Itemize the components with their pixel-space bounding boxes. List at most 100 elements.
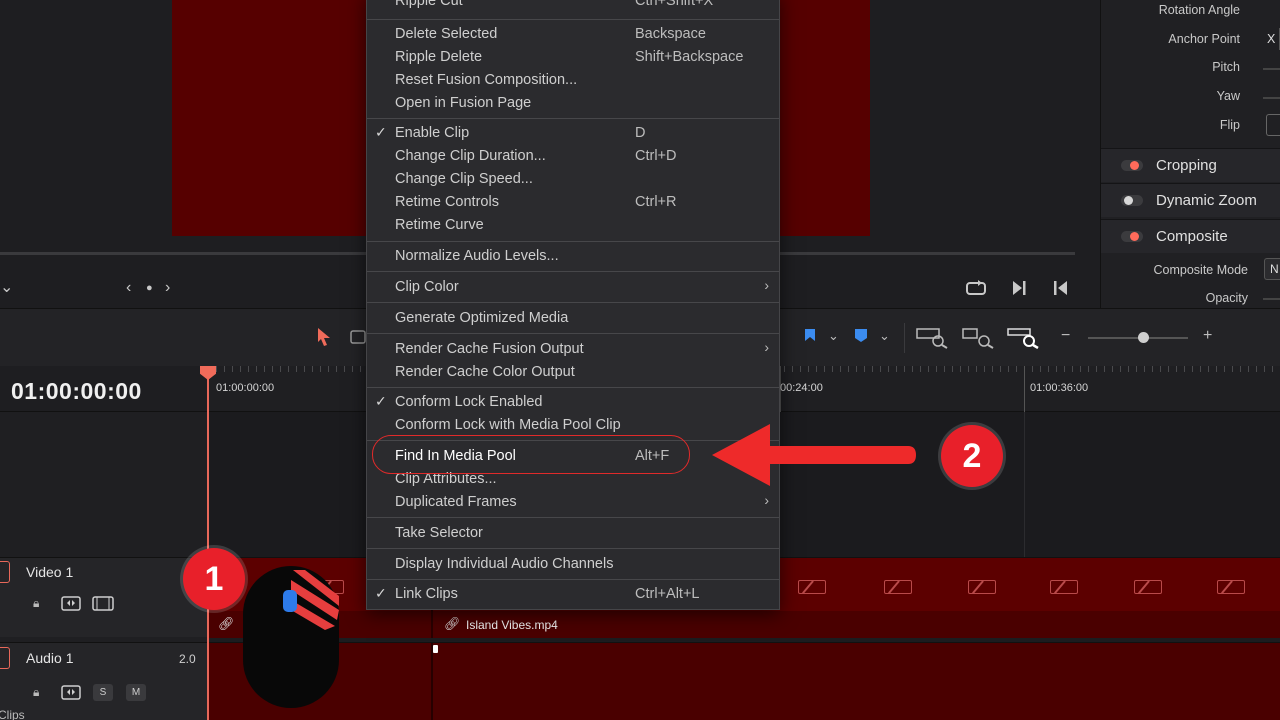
link-icon: 🔗︎ (218, 616, 235, 631)
pitch-slider[interactable] (1263, 68, 1280, 70)
flag-icon[interactable] (802, 327, 818, 345)
menu-item-label: Conform Lock Enabled (395, 394, 543, 410)
link-icon: 🔗︎ (444, 616, 461, 631)
opacity-slider[interactable] (1263, 298, 1280, 300)
film-icon[interactable] (92, 596, 114, 611)
menu-separator (367, 579, 779, 580)
chevron-right-icon: › (764, 277, 769, 293)
anchor-point-label: Anchor Point (1168, 32, 1240, 46)
zoom-full-icon[interactable] (916, 327, 950, 349)
menu-item-change-clip-speed[interactable]: Change Clip Speed... (367, 168, 779, 191)
audio-track-lane[interactable] (208, 642, 1280, 720)
menu-item-retime-curve[interactable]: Retime Curve (367, 214, 779, 237)
menu-separator (367, 548, 779, 549)
auto-select-icon[interactable] (61, 596, 81, 611)
cropping-label: Cropping (1156, 157, 1217, 174)
cropping-section[interactable]: Cropping (1101, 148, 1280, 182)
marker-icon[interactable] (853, 327, 869, 345)
menu-item-label: Ripple Cut (395, 0, 463, 9)
menu-item-ripple-cut[interactable]: Ripple Cut Ctrl+Shift+X (367, 0, 779, 13)
menu-item-label: Delete Selected (395, 26, 498, 42)
clip-name[interactable]: Island Vibes.mp4 (466, 618, 558, 632)
clip-context-menu: Ripple Cut Ctrl+Shift+X Delete Selected Bac… (366, 0, 780, 610)
track-headers: Video 1 🔒︎ Audio 1 2.0 🔒︎ S M Clips (0, 412, 208, 720)
menu-item-open-in-fusion-page[interactable]: Open in Fusion Page (367, 92, 779, 115)
auto-select-icon[interactable] (61, 685, 81, 700)
menu-item-duplicated-frames[interactable]: Duplicated Frames › (367, 491, 779, 514)
mute-button[interactable]: M (126, 684, 146, 701)
composite-toggle[interactable] (1121, 231, 1143, 242)
trim-tool-icon[interactable] (350, 329, 366, 345)
lock-icon[interactable]: 🔒︎ (33, 596, 39, 611)
menu-item-render-cache-fusion-output[interactable]: Render Cache Fusion Output › (367, 338, 779, 361)
chevron-down-icon[interactable]: ⌄ (0, 278, 13, 298)
menu-item-normalize-audio-levels[interactable]: Normalize Audio Levels... (367, 245, 779, 268)
timecode-display[interactable]: 01:00:00:00 (11, 378, 142, 405)
composite-mode-select[interactable]: N (1264, 258, 1280, 280)
menu-item-generate-optimized-media[interactable]: Generate Optimized Media (367, 307, 779, 330)
flag-dropdown-icon[interactable]: ⌄ (828, 326, 839, 346)
ruler-label-start: 01:00:00:00 (216, 382, 275, 394)
menu-item-change-clip-duration[interactable]: Change Clip Duration... Ctrl+D (367, 145, 779, 168)
anchor-x-label: X (1267, 32, 1276, 46)
menu-item-reset-fusion-composition[interactable]: Reset Fusion Composition... (367, 69, 779, 92)
check-icon: ✓ (375, 585, 387, 601)
menu-item-label: Change Clip Duration... (395, 148, 546, 164)
menu-item-link-clips[interactable]: ✓ Link Clips Ctrl+Alt+L (367, 583, 779, 606)
menu-item-shortcut: Ctrl+R (635, 194, 677, 210)
zoom-detail-icon[interactable] (962, 327, 996, 349)
selection-tool-icon[interactable] (316, 327, 332, 347)
timeline-header: 01:00:00:00 (0, 366, 208, 412)
marker-dropdown-icon[interactable]: ⌄ (879, 326, 890, 346)
zoom-custom-icon[interactable] (1007, 327, 1041, 349)
offline-thumb-icon (798, 580, 826, 594)
skip-back-icon[interactable] (1052, 279, 1070, 297)
video-track-header[interactable]: Video 1 🔒︎ (0, 557, 208, 637)
zoom-out-icon[interactable]: − (1061, 326, 1070, 346)
menu-item-enable-clip[interactable]: ✓ Enable Clip D (367, 122, 779, 145)
offline-thumb-icon (1050, 580, 1078, 594)
solo-button[interactable]: S (93, 684, 113, 701)
next-icon[interactable]: › (165, 278, 170, 298)
composite-mode-label: Composite Mode (1153, 263, 1249, 277)
zoom-in-icon[interactable]: + (1203, 326, 1212, 346)
menu-item-conform-lock-enabled[interactable]: ✓ Conform Lock Enabled (367, 391, 779, 414)
menu-item-clip-color[interactable]: Clip Color › (367, 276, 779, 299)
offline-thumb-icon (1217, 580, 1245, 594)
audio-track-name: Audio 1 (26, 650, 74, 666)
dynamic-zoom-section[interactable]: Dynamic Zoom (1101, 183, 1280, 217)
menu-item-label: Render Cache Fusion Output (395, 341, 584, 357)
composite-mode-value: N (1270, 262, 1279, 276)
yaw-slider[interactable] (1263, 97, 1280, 99)
loop-icon[interactable] (965, 279, 987, 297)
menu-item-ripple-delete[interactable]: Ripple Delete Shift+Backspace (367, 46, 779, 69)
menu-item-take-selector[interactable]: Take Selector (367, 522, 779, 545)
previous-icon[interactable]: ‹ (126, 278, 131, 298)
inspector-panel: Rotation Angle Anchor Point X Pitch Yaw … (1100, 0, 1280, 308)
menu-item-label: Normalize Audio Levels... (395, 248, 559, 264)
flip-button[interactable] (1266, 114, 1280, 136)
menu-item-retime-controls[interactable]: Retime Controls Ctrl+R (367, 191, 779, 214)
ruler-label-24: 00:24:00 (780, 382, 823, 394)
menu-item-label: Reset Fusion Composition... (395, 72, 578, 88)
rotation-angle-label: Rotation Angle (1158, 3, 1240, 17)
offline-thumb-icon (884, 580, 912, 594)
dynamic-zoom-label: Dynamic Zoom (1156, 192, 1257, 209)
dynamic-zoom-toggle[interactable] (1121, 195, 1143, 206)
menu-item-delete-selected[interactable]: Delete Selected Backspace (367, 23, 779, 46)
skip-forward-icon[interactable] (1010, 279, 1028, 297)
audio-track-header[interactable]: Audio 1 2.0 🔒︎ S M Clips (0, 642, 208, 720)
composite-section[interactable]: Composite (1101, 219, 1280, 253)
video-track-destination[interactable] (0, 561, 10, 583)
dot-icon[interactable]: ● (146, 278, 153, 298)
lock-icon[interactable]: 🔒︎ (33, 685, 39, 700)
offline-thumb-icon (968, 580, 996, 594)
menu-item-display-individual-audio-channels[interactable]: Display Individual Audio Channels (367, 553, 779, 576)
playhead[interactable] (207, 366, 209, 720)
audio-track-destination[interactable] (0, 647, 10, 669)
zoom-slider-handle[interactable] (1138, 332, 1149, 343)
step-1-badge: 1 (183, 548, 245, 610)
menu-item-shortcut: D (635, 125, 646, 141)
cropping-toggle[interactable] (1121, 160, 1143, 171)
menu-item-render-cache-color-output[interactable]: Render Cache Color Output (367, 361, 779, 384)
